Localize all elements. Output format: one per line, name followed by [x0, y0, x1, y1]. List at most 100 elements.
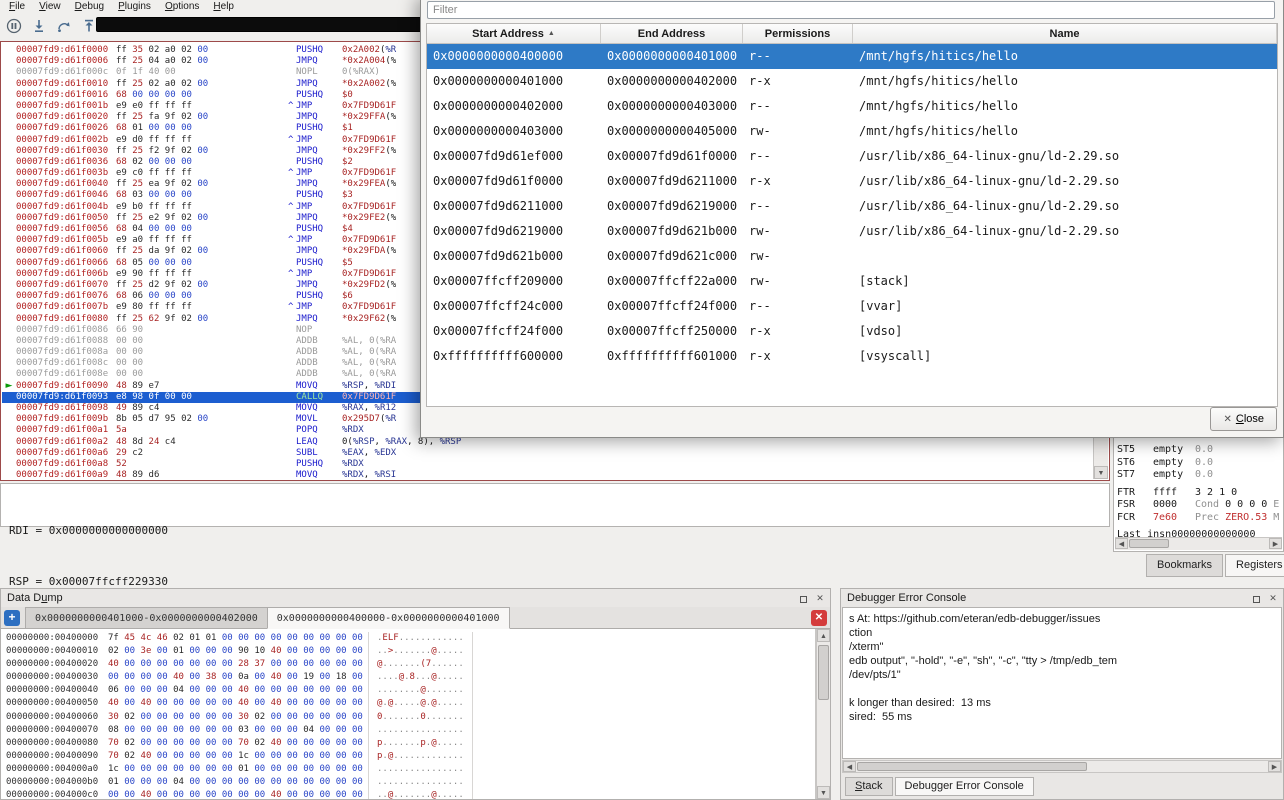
step-out-icon	[81, 19, 97, 37]
hex-row[interactable]: 00000000:00400090 70 02 40 00 00 00 00 00…	[6, 749, 815, 763]
bottom-dock-tabbar: Stack Debugger Error Console	[845, 777, 1036, 797]
column-header-permissions[interactable]: Permissions	[743, 24, 853, 43]
scroll-up-icon[interactable]: ▲	[817, 629, 830, 642]
step-over-button[interactable]	[53, 16, 74, 37]
arguments-input[interactable]	[96, 17, 424, 32]
step-into-button[interactable]	[28, 16, 49, 37]
hex-row[interactable]: 00000000:00400030 00 00 00 00 40 00 38 00…	[6, 671, 815, 685]
table-row[interactable]: 0x00007ffcff24f000 0x00007ffcff250000 r-x[…	[427, 319, 1277, 344]
registers-hscrollbar[interactable]: ◀ ▶	[1115, 537, 1282, 550]
data-dump-dock: Data Dump ✕ + 0x0000000000401000-0x00000…	[0, 588, 831, 800]
step-into-icon	[31, 20, 47, 37]
register-row-ftr[interactable]: FTR ffff 3 2 1 0	[1117, 487, 1279, 500]
table-row[interactable]: 0x00007fd9d6211000 0x00007fd9d6219000 r-- /…	[427, 194, 1277, 219]
data-dump-tabs: 0x0000000000401000-0x0000000000402000 0x0…	[25, 607, 510, 629]
hex-row[interactable]: 00000000:00400040 06 00 00 00 04 00 00 00…	[6, 684, 815, 698]
fpu-register-list: ST5 empty 0.0 ST6 empty 0.0 ST7 empty 0.0 FTR ffff…	[1117, 444, 1279, 542]
disasm-row[interactable]: 00007fd9:d61f00a6 29 c2 SUBL %EAX, %EDX	[2, 448, 1092, 459]
hex-row[interactable]: 00000000:00400080 70 02 00 00 00 00 00 00…	[6, 736, 815, 750]
console-line: /xterm"	[849, 641, 884, 653]
tab-bookmarks[interactable]: Bookmarks	[1146, 554, 1224, 577]
error-console-title: Debugger Error Console	[847, 592, 967, 604]
regions-table[interactable]: Start Address ▲ End Address Permissions Name…	[426, 23, 1278, 407]
register-row-fsr[interactable]: FSR 0000 Cond 0 0 0 0 E	[1117, 499, 1279, 512]
column-header-name[interactable]: Name	[853, 24, 1277, 43]
scroll-thumb[interactable]	[818, 645, 829, 700]
tab-registers[interactable]: Registers	[1225, 554, 1284, 577]
table-row[interactable]: 0x0000000000403000 0x0000000000405000 rw- /…	[427, 119, 1277, 144]
disasm-row[interactable]: 00007fd9:d61f00a8 52 PUSHQ %RDX	[2, 459, 1092, 470]
float-dock-icon[interactable]	[1249, 591, 1263, 605]
register-row-st5[interactable]: ST5 empty 0.0	[1117, 444, 1279, 457]
hex-row[interactable]: 00000000:00400020 40 00 00 00 00 00 00 00…	[6, 658, 815, 672]
float-dock-icon[interactable]	[796, 591, 810, 605]
table-row[interactable]: 0x0000000000400000 0x0000000000401000 r-- /…	[427, 44, 1277, 69]
table-row[interactable]: 0x0000000000402000 0x0000000000403000 r-- /…	[427, 94, 1277, 119]
register-row-fcr[interactable]: FCR 7e60 Prec ZERO.53 M	[1117, 512, 1279, 525]
close-dock-icon[interactable]: ✕	[813, 591, 827, 605]
scroll-down-icon[interactable]: ▼	[1094, 466, 1108, 479]
hex-row[interactable]: 00000000:004000c0 00 00 40 00 00 00 00 00…	[6, 789, 815, 799]
disasm-row[interactable]: 00007fd9:d61f00a9 48 89 d6 MOVQ %RDX, %RSI	[2, 470, 1092, 479]
console-hscrollbar[interactable]: ◀ ▶	[842, 760, 1282, 773]
close-dock-icon[interactable]: ✕	[1266, 591, 1280, 605]
table-row[interactable]: 0x00007fd9d61ef000 0x00007fd9d61f0000 r-- /…	[427, 144, 1277, 169]
data-dump-title: Data Dump	[7, 592, 63, 604]
table-row[interactable]: 0x0000000000401000 0x0000000000402000 r-x /…	[427, 69, 1277, 94]
table-row[interactable]: 0x00007ffcff24c000 0x00007ffcff24f000 r--[…	[427, 294, 1277, 319]
hex-row[interactable]: 00000000:00400010 02 00 3e 00 01 00 00 00…	[6, 645, 815, 659]
scroll-right-icon[interactable]: ▶	[1268, 761, 1281, 772]
tab-stack[interactable]: Stack	[845, 777, 893, 796]
add-tab-button[interactable]: +	[4, 610, 20, 626]
hex-row[interactable]: 00000000:00400000 7f 45 4c 46 02 01 01 00…	[6, 632, 815, 646]
menu-file[interactable]: File	[2, 0, 32, 13]
register-row-st7[interactable]: ST7 empty 0.0	[1117, 469, 1279, 482]
plus-icon: +	[8, 610, 16, 624]
menu-view[interactable]: View	[32, 0, 68, 13]
pause-button[interactable]	[3, 16, 24, 37]
scroll-left-icon[interactable]: ◀	[843, 761, 856, 772]
close-button[interactable]: ✕ Close	[1210, 407, 1277, 431]
close-x-icon: ✕	[814, 612, 824, 623]
filter-input[interactable]	[427, 1, 1275, 19]
instruction-info-pane: RDI = 0x0000000000000000 RSP = 0x00007ff…	[0, 483, 1110, 588]
hex-row[interactable]: 00000000:00400060 30 02 00 00 00 00 00 00…	[6, 710, 815, 724]
dump-tab-0x0000000000401000-0x0000000000402000[interactable]: 0x0000000000401000-0x0000000000402000	[25, 607, 268, 629]
close-tab-button[interactable]: ✕	[811, 610, 827, 626]
console-line: k longer than desired: 13 ms	[849, 697, 991, 709]
menu-debug[interactable]: Debug	[68, 0, 111, 13]
right-dock-tabbar: Bookmarks Registers	[1146, 554, 1284, 580]
hex-row[interactable]: 00000000:00400050 40 00 40 00 00 00 00 00…	[6, 697, 815, 711]
menu-help[interactable]: Help	[206, 0, 241, 13]
table-row[interactable]: 0x00007ffcff209000 0x00007ffcff22a000 rw-[…	[427, 269, 1277, 294]
table-row[interactable]: 0x00007fd9d6219000 0x00007fd9d621b000 rw- /…	[427, 219, 1277, 244]
error-console-output: s At: https://github.com/eteran/edb-debu…	[842, 607, 1282, 759]
console-line: sired: 55 ms	[849, 711, 912, 723]
scroll-down-icon[interactable]: ▼	[817, 786, 830, 799]
hex-dump-view[interactable]: 00000000:00400000 7f 45 4c 46 02 01 01 00…	[1, 629, 816, 799]
hex-row[interactable]: 00000000:004000b0 01 00 00 00 04 00 00 00…	[6, 776, 815, 790]
regions-table-header: Start Address ▲ End Address Permissions Name	[427, 24, 1277, 44]
scroll-thumb[interactable]	[857, 762, 1087, 771]
column-header-end-address[interactable]: End Address	[601, 24, 743, 43]
scroll-thumb[interactable]	[1129, 539, 1169, 548]
tab-debugger-error-console[interactable]: Debugger Error Console	[894, 777, 1034, 796]
menu-plugins[interactable]: Plugins	[111, 0, 158, 13]
register-value-line: RDI = 0x0000000000000000	[9, 524, 168, 537]
column-header-start-address[interactable]: Start Address ▲	[427, 24, 601, 43]
disasm-row[interactable]: 00007fd9:d61f00a2 48 8d 24 c4 LEAQ 0(%RSP, …	[2, 437, 1092, 448]
register-row-st6[interactable]: ST6 empty 0.0	[1117, 457, 1279, 470]
console-line: ction	[849, 627, 873, 639]
table-row[interactable]: 0x00007fd9d61f0000 0x00007fd9d6211000 r-x /…	[427, 169, 1277, 194]
hex-row[interactable]: 00000000:00400070 08 00 00 00 00 00 00 00…	[6, 723, 815, 737]
table-row[interactable]: 0xffffffffff600000 0xffffffffff601000 r-x[…	[427, 344, 1277, 369]
scroll-left-icon[interactable]: ◀	[1115, 538, 1128, 549]
table-row[interactable]: 0x00007fd9d621b000 0x00007fd9d621c000 rw-	[427, 244, 1277, 269]
scroll-right-icon[interactable]: ▶	[1269, 538, 1282, 549]
dump-tab-0x0000000000400000-0x0000000000401000[interactable]: 0x0000000000400000-0x0000000000401000	[266, 607, 510, 629]
menu-options[interactable]: Options	[158, 0, 206, 13]
console-line: /dev/pts/1"	[849, 669, 901, 681]
hex-dump-scrollbar[interactable]: ▲ ▼	[816, 629, 830, 799]
hex-row[interactable]: 00000000:004000a0 1c 00 00 00 00 00 00 00…	[6, 762, 815, 777]
